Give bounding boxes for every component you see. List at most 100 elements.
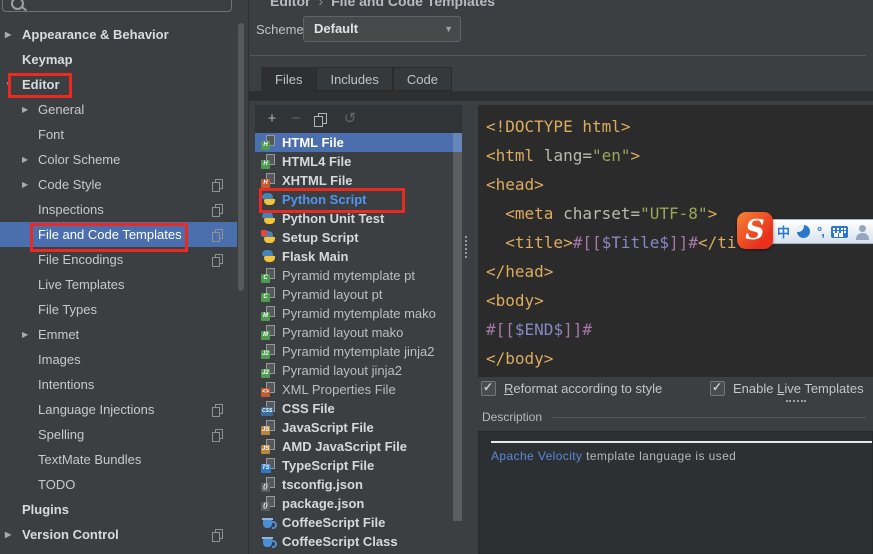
template-item-label: Pyramid layout pt	[282, 287, 383, 302]
template-item-tsconfig-json[interactable]: {} tsconfig.json	[255, 475, 462, 494]
chevron-right-icon[interactable]: ▶	[22, 322, 28, 347]
sidebar-item-textmate-bundles[interactable]: TextMate Bundles	[0, 447, 237, 472]
template-item-amd-javascript-file[interactable]: JS AMD JavaScript File	[255, 437, 462, 456]
template-tabs: Files Includes Code	[261, 67, 452, 92]
template-item-pyramid-mytemplate-jinja2[interactable]: J2 Pyramid mytemplate jinja2	[255, 342, 462, 361]
template-item-coffeescript-file[interactable]: CoffeeScript File	[255, 513, 462, 532]
sidebar-item-code-style[interactable]: ▶ Code Style	[0, 172, 237, 197]
chinese-mode-icon[interactable]: 中	[777, 222, 790, 241]
sidebar-item-label: Plugins	[22, 502, 69, 517]
template-item-pyramid-layout-jinja2[interactable]: J2 Pyramid layout jinja2	[255, 361, 462, 380]
css-file-icon: CSS	[261, 401, 276, 416]
tab-strip	[248, 91, 873, 101]
sidebar-item-emmet[interactable]: ▶ Emmet	[0, 322, 237, 347]
list-toolbar: + − ↺	[255, 105, 462, 133]
sidebar-item-label: Live Templates	[38, 277, 125, 292]
sidebar-item-label: Color Scheme	[38, 152, 121, 167]
template-item-html4-file[interactable]: H HTML4 File	[255, 152, 462, 171]
chevron-right-icon[interactable]: ▶	[5, 22, 11, 47]
code-line: <html lang="en">	[486, 146, 641, 165]
chevron-right-icon[interactable]: ▶	[22, 172, 28, 197]
sidebar-item-color-scheme[interactable]: ▶ Color Scheme	[0, 147, 237, 172]
chevron-right-icon[interactable]: ▶	[22, 97, 28, 122]
account-icon[interactable]	[855, 224, 871, 240]
template-item-pyramid-layout-pt[interactable]: C Pyramid layout pt	[255, 285, 462, 304]
sidebar-item-label: Language Injections	[38, 402, 155, 417]
revert-template-button[interactable]: ↺	[339, 105, 361, 133]
sidebar-scrollbar-thumb[interactable]	[238, 23, 244, 291]
punctuation-mode-icon[interactable]: °,	[817, 224, 825, 239]
chevron-right-icon[interactable]: ▶	[5, 522, 11, 547]
shared-settings-icon	[211, 528, 223, 542]
remove-template-button[interactable]: −	[285, 105, 307, 133]
separator	[250, 55, 866, 56]
scheme-value: Default	[314, 21, 359, 36]
template-item-label: Pyramid mytemplate pt	[282, 268, 415, 283]
template-item-coffeescript-class[interactable]: CoffeeScript Class	[255, 532, 462, 551]
sidebar-item-keymap[interactable]: Keymap	[0, 47, 237, 72]
template-item-javascript-file[interactable]: JS JavaScript File	[255, 418, 462, 437]
sidebar-item-language-injections[interactable]: Language Injections	[0, 397, 237, 422]
apache-velocity-link[interactable]: Apache Velocity	[491, 449, 582, 463]
template-item-pyramid-layout-mako[interactable]: M Pyramid layout mako	[255, 323, 462, 342]
scheme-select[interactable]: Default ▼	[303, 16, 461, 42]
soft-keyboard-icon[interactable]	[830, 225, 848, 238]
splitter-handle[interactable]	[465, 236, 470, 258]
reformat-checkbox[interactable]	[481, 380, 496, 396]
add-template-button[interactable]: +	[261, 105, 283, 133]
settings-search-input[interactable]	[2, 0, 232, 12]
breadcrumb-section[interactable]: Editor	[270, 0, 310, 9]
sidebar-item-label: Spelling	[38, 427, 85, 442]
jinja-file-icon: J2	[261, 344, 276, 359]
code-line: </body>	[486, 349, 554, 368]
chevron-right-icon[interactable]: ▶	[22, 147, 28, 172]
sidebar-item-live-templates[interactable]: Live Templates	[0, 272, 237, 297]
tab-files[interactable]: Files	[261, 67, 317, 92]
template-item-pyramid-mytemplate-pt[interactable]: C Pyramid mytemplate pt	[255, 266, 462, 285]
sidebar-item-label: TODO	[38, 477, 76, 492]
template-item-flask-main[interactable]: Flask Main	[255, 247, 462, 266]
sidebar-item-label: File Encodings	[38, 252, 124, 267]
sidebar-item-file-types[interactable]: File Types	[0, 297, 237, 322]
tab-code[interactable]: Code	[392, 67, 452, 91]
sogou-logo-icon[interactable]: S	[737, 212, 773, 249]
jinja-file-icon: J2	[261, 363, 276, 378]
template-item-package-json[interactable]: {} package.json	[255, 494, 462, 513]
live-templates-checkbox[interactable]	[710, 380, 725, 396]
template-item-pyramid-mytemplate-mako[interactable]: M Pyramid mytemplate mako	[255, 304, 462, 323]
template-item-label: JavaScript File	[282, 420, 374, 435]
fullhalf-moon-icon[interactable]	[797, 225, 811, 238]
sidebar-item-label: File Types	[38, 302, 98, 317]
list-scrollbar-thumb[interactable]	[453, 133, 462, 521]
sidebar-item-images[interactable]: Images	[0, 347, 237, 372]
copy-template-button[interactable]	[313, 113, 327, 127]
sidebar-item-label: Emmet	[38, 327, 80, 342]
sidebar-item-inspections[interactable]: Inspections	[0, 197, 237, 222]
sidebar-item-version-control[interactable]: ▶ Version Control	[0, 522, 237, 547]
sidebar-item-plugins[interactable]: Plugins	[0, 497, 237, 522]
python-file-icon	[261, 249, 276, 264]
template-list-panel: + − ↺ H HTML File H HTML4 File H XHTML File Py…	[255, 105, 462, 554]
sidebar-item-spelling[interactable]: Spelling	[0, 422, 237, 447]
sidebar-item-general[interactable]: ▶ General	[0, 97, 237, 122]
sidebar-item-font[interactable]: Font	[0, 122, 237, 147]
template-item-html-file[interactable]: H HTML File	[255, 133, 462, 152]
sidebar-item-label: General	[38, 102, 85, 117]
template-item-label: CSS File	[282, 401, 335, 416]
template-item-setup-script[interactable]: Setup Script	[255, 228, 462, 247]
template-item-label: CoffeeScript File	[282, 515, 386, 530]
template-item-label: Python Unit Test	[282, 211, 385, 226]
code-line: </head>	[486, 262, 554, 281]
sidebar-item-label: Code Style	[38, 177, 102, 192]
sidebar-item-intentions[interactable]: Intentions	[0, 372, 237, 397]
template-item-css-file[interactable]: CSS CSS File	[255, 399, 462, 418]
template-item-label: XHTML File	[282, 173, 353, 188]
template-item-typescript-file[interactable]: TS TypeScript File	[255, 456, 462, 475]
tab-includes[interactable]: Includes	[316, 67, 393, 91]
sidebar-item-todo[interactable]: TODO	[0, 472, 237, 497]
search-icon	[11, 0, 24, 10]
js-file-icon: JS	[261, 420, 276, 435]
sidebar-item-appearance-behavior[interactable]: ▶ Appearance & Behavior	[0, 22, 237, 47]
sidebar-item-label: Intentions	[38, 377, 95, 392]
template-item-xml-properties-file[interactable]: <> XML Properties File	[255, 380, 462, 399]
